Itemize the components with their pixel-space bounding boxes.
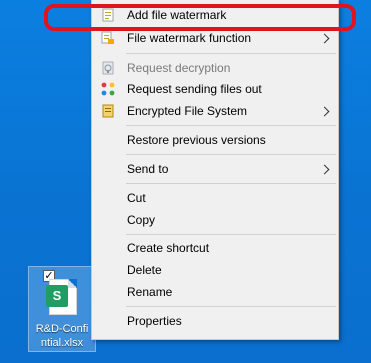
menu-item-copy[interactable]: Copy [92,209,338,231]
menu-separator [126,234,336,235]
menu-item-delete[interactable]: Delete [92,259,338,281]
menu-item-request-decryption[interactable]: Request decryption [92,57,338,79]
menu-item-label: Rename [127,285,173,299]
request-decryption-icon [102,61,114,75]
menu-item-restore-previous-versions[interactable]: Restore previous versions [92,129,338,151]
menu-item-label: Request decryption [127,61,231,75]
context-menu: Add file watermark File watermark functi… [91,0,339,340]
spreadsheet-badge-icon: S [46,285,68,307]
menu-item-label: Request sending files out [127,82,262,96]
menu-item-encrypted-file-system[interactable]: Encrypted File System [92,100,338,122]
menu-item-label: Restore previous versions [127,133,266,147]
submenu-arrow-icon [319,106,330,116]
desktop-file-item[interactable]: ✓ S R&D-Confi ntial.xlsx [28,266,96,352]
menu-item-label: Cut [127,191,146,205]
menu-separator [126,306,336,307]
menu-item-label: Properties [127,314,182,328]
menu-separator [126,183,336,184]
desktop-background: ✓ S R&D-Confi ntial.xlsx Add file waterm… [0,0,371,363]
watermark-settings-icon [101,31,114,44]
highlight-outline [44,4,356,31]
menu-item-request-sending-files-out[interactable]: Request sending files out [92,78,338,100]
menu-item-send-to[interactable]: Send to [92,158,338,180]
file-name-label: R&D-Confi ntial.xlsx [35,323,89,349]
menu-item-label: Encrypted File System [127,104,248,118]
menu-separator [126,53,336,54]
menu-item-label: Send to [127,162,169,176]
menu-item-label: Copy [127,213,156,227]
menu-separator [126,125,336,126]
menu-item-create-shortcut[interactable]: Create shortcut [92,237,338,259]
menu-item-label: File watermark function [127,31,252,45]
encrypted-fs-icon [102,104,114,118]
submenu-arrow-icon [319,164,330,174]
menu-item-properties[interactable]: Properties [92,310,338,332]
menu-item-label: Create shortcut [127,241,210,255]
menu-separator [126,154,336,155]
send-files-icon [101,82,115,96]
menu-item-cut[interactable]: Cut [92,187,338,209]
menu-item-rename[interactable]: Rename [92,281,338,303]
menu-item-label: Delete [127,263,162,277]
submenu-arrow-icon [319,33,330,43]
